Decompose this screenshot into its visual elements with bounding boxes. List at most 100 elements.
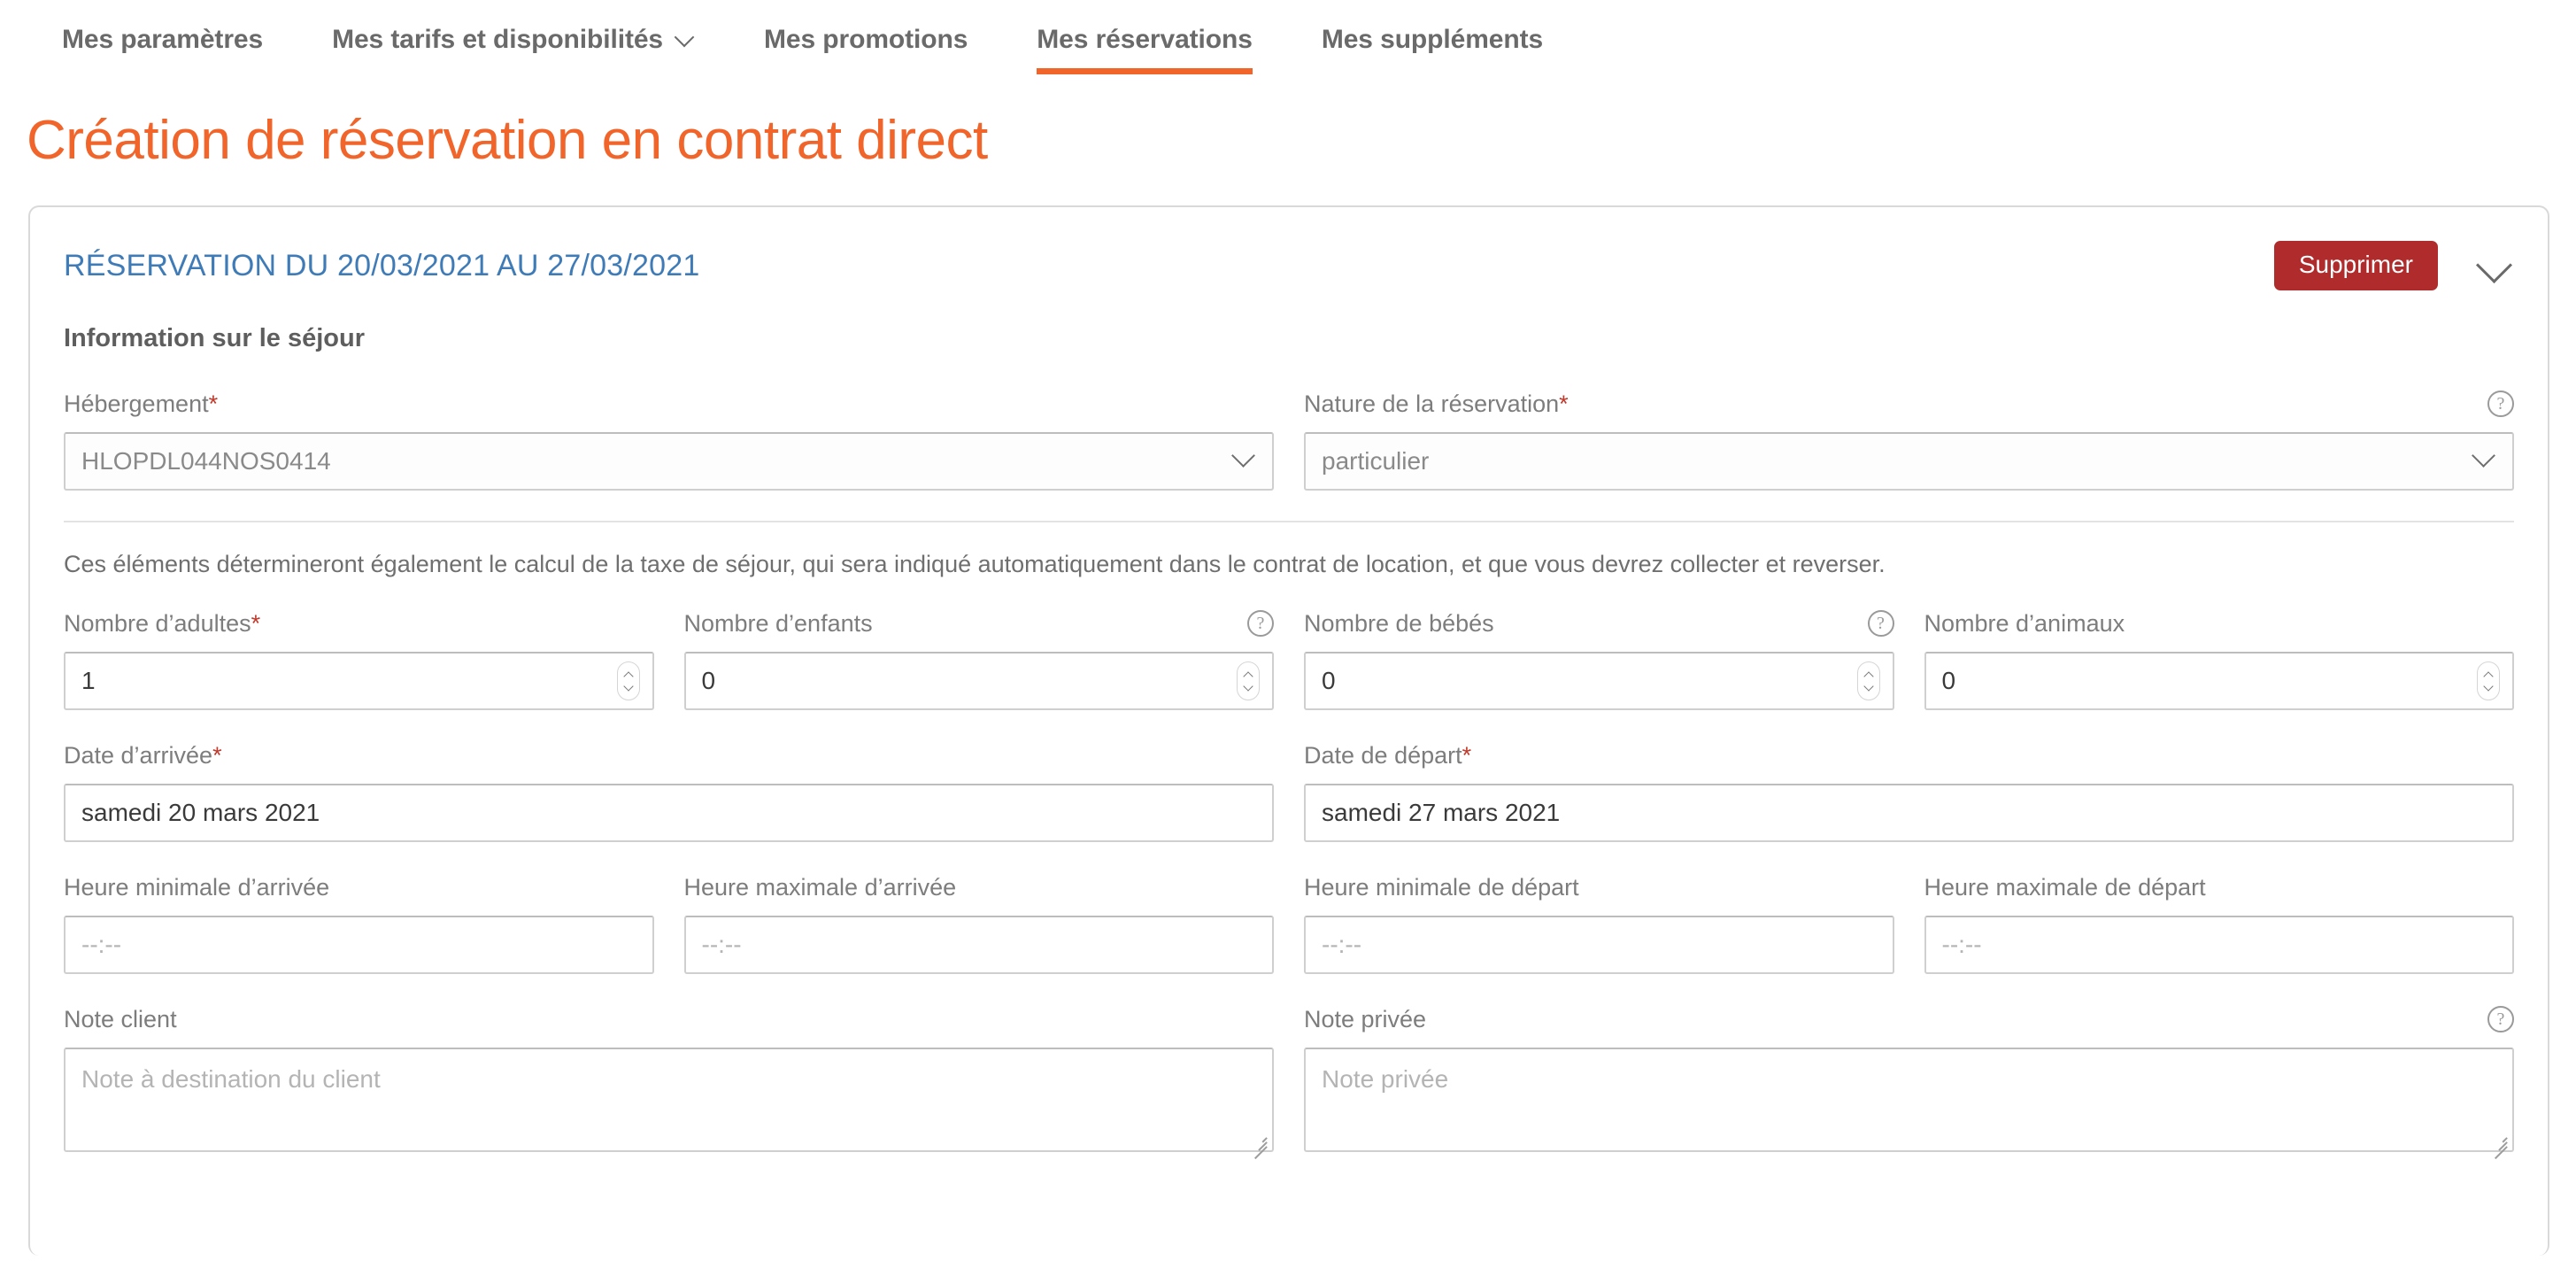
reservation-card: RÉSERVATION DU 20/03/2021 AU 27/03/2021 … xyxy=(28,205,2549,1256)
help-circle-icon[interactable]: ? xyxy=(2487,1006,2514,1033)
label-text: Nombre d’animaux xyxy=(1924,609,2125,637)
heure-max-depart-input[interactable] xyxy=(1924,916,2514,975)
nombre-animaux-input[interactable] xyxy=(1924,652,2514,711)
quantity-stepper[interactable] xyxy=(1237,661,1260,701)
date-arrivee-input[interactable] xyxy=(64,784,1274,843)
note-client-wrapper xyxy=(64,1048,1274,1159)
field-nombre-enfants: Nombre d’enfants ? xyxy=(683,608,1274,711)
nombre-bebes-input[interactable] xyxy=(1304,652,1894,711)
field-nombre-animaux: Nombre d’animaux xyxy=(1924,608,2515,711)
enfants-input-wrapper xyxy=(683,652,1274,711)
nav-tab-label: Mes réservations xyxy=(1037,25,1253,54)
help-circle-icon[interactable]: ? xyxy=(1867,610,1894,638)
field-heure-min-arrivee: Heure minimale d’arrivée xyxy=(64,872,654,975)
heure-max-arrivee-input[interactable] xyxy=(683,916,1274,975)
active-tab-underline xyxy=(1037,68,1253,74)
section-divider xyxy=(64,521,2514,522)
heure-min-arrivee-input[interactable] xyxy=(64,916,654,975)
form-row-times: Heure minimale d’arrivée Heure maximale … xyxy=(64,872,2515,975)
label-text: Nombre d’enfants xyxy=(683,609,873,637)
field-heure-min-depart: Heure minimale de départ xyxy=(1304,872,1894,975)
page-title: Création de réservation en contrat direc… xyxy=(27,110,988,171)
field-nombre-adultes: Nombre d’adultes* xyxy=(64,608,654,711)
stepper-down-icon[interactable] xyxy=(624,684,633,690)
nav-tab-mes-tarifs-et-disponibilites[interactable]: Mes tarifs et disponibilités xyxy=(332,25,695,74)
delete-button[interactable]: Supprimer xyxy=(2273,241,2438,290)
field-label: Heure minimale d’arrivée xyxy=(64,872,654,902)
field-heure-max-arrivee: Heure maximale d’arrivée xyxy=(683,872,1275,975)
nature-select-wrapper xyxy=(1304,432,2514,491)
nombre-enfants-input[interactable] xyxy=(683,652,1274,711)
form-row-dates: Date d’arrivée* Date de départ* xyxy=(64,740,2514,843)
card-header-actions: Supprimer xyxy=(2273,241,2514,290)
nav-tab-mes-reservations[interactable]: Mes réservations xyxy=(1037,25,1253,74)
chevron-down-icon xyxy=(675,28,695,48)
label-text: Date d’arrivée* xyxy=(64,741,222,769)
nature-select[interactable] xyxy=(1304,432,2514,491)
field-label: Note privée ? xyxy=(1304,1004,2514,1034)
field-nombre-bebes: Nombre de bébés ? xyxy=(1304,608,1894,711)
bebes-input-wrapper xyxy=(1304,652,1894,711)
stepper-down-icon[interactable] xyxy=(1244,684,1253,690)
field-note-client: Note client xyxy=(64,1004,1274,1159)
field-nature: Nature de la réservation* ? xyxy=(1304,389,2514,491)
form-row-notes: Note client Note privée ? xyxy=(64,1004,2514,1159)
stepper-up-icon[interactable] xyxy=(1244,673,1253,678)
label-text: Hébergement* xyxy=(64,390,219,417)
label-text: Nombre d’adultes* xyxy=(64,609,261,637)
field-label: Nombre de bébés ? xyxy=(1304,608,1894,638)
field-label: Heure maximale d’arrivée xyxy=(684,872,1275,902)
form-row-occupancy: Nombre d’adultes* Nombre d’enfants ? xyxy=(64,608,2515,711)
stepper-down-icon[interactable] xyxy=(2484,684,2493,690)
quantity-stepper[interactable] xyxy=(616,661,640,701)
label-text: Heure maximale d’arrivée xyxy=(683,873,957,901)
field-label: Date de départ* xyxy=(1304,740,2514,770)
field-label: Hébergement* xyxy=(64,389,1274,419)
nav-tab-label: Mes tarifs et disponibilités xyxy=(332,25,664,54)
field-label: Heure maximale de départ xyxy=(1924,872,2515,902)
stepper-up-icon[interactable] xyxy=(2484,673,2493,678)
animaux-input-wrapper xyxy=(1924,652,2514,711)
field-label: Nombre d’adultes* xyxy=(64,608,654,638)
stepper-down-icon[interactable] xyxy=(1864,684,1873,690)
nav-tab-label: Mes suppléments xyxy=(1321,25,1544,54)
label-text: Nombre de bébés xyxy=(1304,609,1494,637)
field-label: Note client xyxy=(64,1004,1274,1034)
chevron-down-icon[interactable] xyxy=(2473,245,2514,286)
label-text: Date de départ* xyxy=(1304,741,1472,769)
date-depart-input[interactable] xyxy=(1304,784,2514,843)
nav-tab-mes-supplements[interactable]: Mes suppléments xyxy=(1322,25,1543,74)
note-privee-textarea[interactable] xyxy=(1304,1048,2514,1153)
field-label: Nature de la réservation* ? xyxy=(1304,389,2514,419)
field-label: Nombre d’animaux xyxy=(1924,608,2515,638)
help-circle-icon[interactable]: ? xyxy=(1247,610,1274,638)
quantity-stepper[interactable] xyxy=(2477,661,2500,701)
label-text: Note client xyxy=(64,1005,177,1032)
help-circle-icon[interactable]: ? xyxy=(2487,391,2514,417)
adultes-input-wrapper xyxy=(64,652,654,711)
heure-min-depart-input[interactable] xyxy=(1304,916,1894,975)
label-text: Heure minimale de départ xyxy=(1304,873,1579,901)
label-text: Note privée xyxy=(1304,1005,1427,1032)
nav-tab-mes-promotions[interactable]: Mes promotions xyxy=(764,25,968,74)
label-text: Nature de la réservation* xyxy=(1304,390,1569,417)
field-label: Nombre d’enfants ? xyxy=(683,608,1274,638)
field-date-arrivee: Date d’arrivée* xyxy=(64,740,1274,843)
nav-tab-mes-parametres[interactable]: Mes paramètres xyxy=(62,25,263,74)
quantity-stepper[interactable] xyxy=(1856,661,1880,701)
stepper-up-icon[interactable] xyxy=(1864,673,1873,678)
main-navigation: Mes paramètres Mes tarifs et disponibili… xyxy=(0,0,2576,97)
note-client-textarea[interactable] xyxy=(64,1048,1274,1153)
reservation-period-title: RÉSERVATION DU 20/03/2021 AU 27/03/2021 xyxy=(64,248,700,282)
nav-tab-label: Mes paramètres xyxy=(62,25,264,54)
hebergement-select-wrapper xyxy=(64,432,1274,491)
field-heure-max-depart: Heure maximale de départ xyxy=(1924,872,2515,975)
stepper-up-icon[interactable] xyxy=(624,673,633,678)
field-date-depart: Date de départ* xyxy=(1304,740,2514,843)
section-title-stay-information: Information sur le séjour xyxy=(64,324,365,352)
form-row-accommodation: Hébergement* Nature de la réservation* ? xyxy=(64,389,2514,491)
field-label: Date d’arrivée* xyxy=(64,740,1274,770)
nombre-adultes-input[interactable] xyxy=(64,652,654,711)
hebergement-select[interactable] xyxy=(64,432,1274,491)
label-text: Heure maximale de départ xyxy=(1924,873,2206,901)
